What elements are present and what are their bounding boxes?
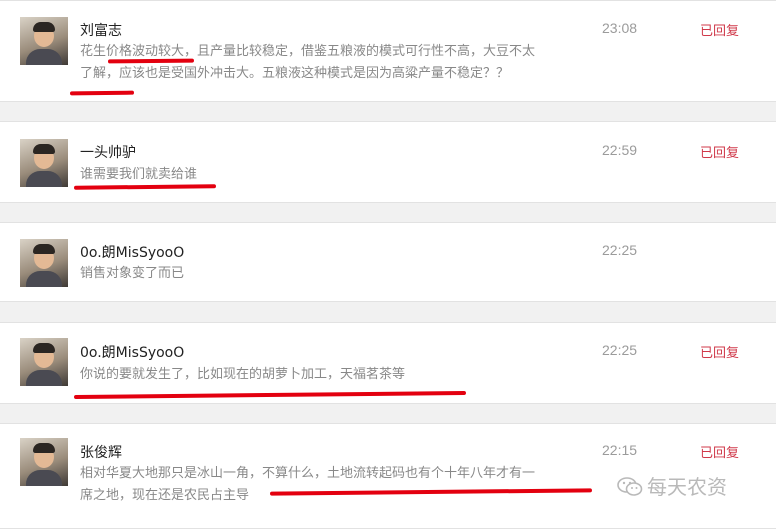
comment-text-line: 了解，应该也是受国外冲击大。五粮液这种模式是因为高粱产量不稳定？？ — [80, 66, 510, 81]
comment-text-line: 销售对象变了而已 — [80, 266, 185, 281]
watermark-text: 每天农资 — [647, 475, 727, 499]
comment-time: 22:59 — [602, 142, 638, 158]
watermark: 每天农资 — [617, 471, 727, 500]
highlight-stroke — [73, 390, 467, 400]
comment-text-line: 相对华夏大地那只是冰山一角，不算什么，土地流转起码也有个十年八年才有一 — [80, 466, 536, 481]
comment-time: 23:08 — [602, 20, 638, 36]
comment-time: 22:25 — [602, 342, 638, 358]
comment-time: 22:25 — [602, 242, 638, 258]
comment-card: 刘富志 花生价格波动较大，且产量比较稳定，借鉴五粮液的模式可行性不高，大豆不太 … — [0, 0, 776, 102]
avatar[interactable] — [20, 438, 68, 486]
comment-text-line: 你说的要就发生了，比如现在的胡萝卜加工，天福茗茶等 — [80, 367, 406, 382]
reply-status[interactable]: 已回复 — [700, 20, 739, 39]
highlight-stroke — [69, 90, 135, 96]
reply-status[interactable]: 已回复 — [700, 442, 739, 461]
wechat-icon — [617, 477, 643, 497]
highlight-stroke — [73, 184, 217, 190]
avatar[interactable] — [20, 239, 68, 287]
avatar[interactable] — [20, 338, 68, 386]
comment-time: 22:15 — [602, 442, 638, 458]
commenter-name: 0o.朗MisSyooO — [80, 345, 185, 361]
commenter-name: 刘富志 — [80, 23, 122, 39]
commenter-name: 一头帅驴 — [80, 145, 136, 161]
commenter-name: 张俊辉 — [80, 445, 122, 461]
avatar[interactable] — [20, 17, 68, 65]
avatar[interactable] — [20, 139, 68, 187]
commenter-name: 0o.朗MisSyooO — [80, 245, 185, 261]
reply-status[interactable]: 已回复 — [700, 342, 739, 361]
comment-card: 一头帅驴 谁需要我们就卖给谁 22:59 已回复 — [0, 121, 776, 203]
comment-card: 0o.朗MisSyooO 你说的要就发生了，比如现在的胡萝卜加工，天福茗茶等 2… — [0, 322, 776, 404]
comment-card: 0o.朗MisSyooO 销售对象变了而已 22:25 — [0, 222, 776, 302]
comment-text-line: 谁需要我们就卖给谁 — [80, 167, 198, 182]
reply-status[interactable]: 已回复 — [700, 142, 739, 161]
